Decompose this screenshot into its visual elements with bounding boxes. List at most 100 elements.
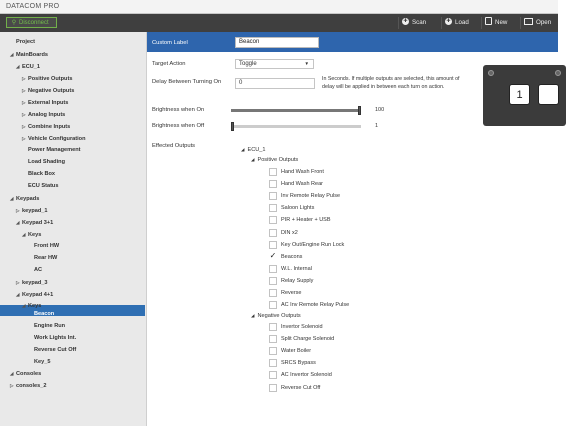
sidebar-item-label: keypad_3 xyxy=(22,280,48,286)
delay-hint: In Seconds. If multiple outputs are sele… xyxy=(322,76,460,90)
project-tree: Project ◢ MainBoards ◢ ECU_1 ▷ Positive Output… xyxy=(0,32,147,426)
output-checkbox[interactable] xyxy=(269,180,277,189)
delay-input[interactable]: 0 xyxy=(235,78,315,89)
output-checkbox[interactable] xyxy=(269,240,277,249)
folder-icon xyxy=(524,17,533,25)
app-title: DATACOM PRO xyxy=(6,3,60,10)
output-checkbox[interactable] xyxy=(269,347,277,356)
sidebar-item[interactable]: ◢ Keypad 3+1 xyxy=(16,217,53,228)
sidebar-item[interactable]: ▷ Analog Inputs xyxy=(22,109,65,120)
sidebar-item[interactable]: Reverse Cut Off xyxy=(28,345,76,356)
sidebar-item-label: Keypad 3+1 xyxy=(22,220,54,226)
custom-label-input[interactable]: Beacon xyxy=(235,37,319,48)
load-label: Load xyxy=(455,19,469,26)
sidebar-item-label: consoles_2 xyxy=(16,383,47,389)
sidebar-item[interactable]: Project xyxy=(10,37,35,48)
sidebar-item[interactable]: ◢ Keypad 4+1 xyxy=(16,289,53,300)
sidebar-item[interactable]: ▷ Vehicle Configuration xyxy=(22,133,86,144)
sidebar-item[interactable]: ◢ Keys xyxy=(22,229,41,240)
sidebar-item[interactable]: ◢ ECU_1 xyxy=(16,61,40,72)
sidebar-item[interactable]: ▷ consoles_2 xyxy=(10,380,46,391)
expanded-arrow-icon: ◢ xyxy=(251,157,255,162)
output-checkbox[interactable] xyxy=(269,383,277,392)
sidebar-item-label: Analog Inputs xyxy=(28,112,66,118)
outputs-root-node[interactable]: ◢ ECU_1 xyxy=(241,145,266,155)
output-checkbox[interactable] xyxy=(269,228,277,237)
output-label: W.L. Internal xyxy=(281,265,312,272)
load-button[interactable]: ✚ Load xyxy=(441,17,469,29)
open-label: Open xyxy=(536,19,552,26)
sidebar-item[interactable]: Black Box xyxy=(22,169,55,180)
output-checkbox[interactable] xyxy=(269,168,277,176)
output-label: Hand Wash Front xyxy=(281,169,324,175)
output-checkbox[interactable] xyxy=(269,204,277,213)
brightness-on-label: Brightness when On xyxy=(152,107,205,113)
sidebar-item[interactable]: Work Lights Int. xyxy=(28,333,76,344)
sidebar-item[interactable]: ◢ Consoles xyxy=(10,368,41,379)
output-checkbox[interactable]: ✓ xyxy=(269,251,277,261)
sidebar-item[interactable]: Beacon xyxy=(28,309,54,320)
sidebar-item[interactable]: ▷ External Inputs xyxy=(22,97,68,108)
sidebar-item[interactable]: Key_5 xyxy=(28,357,50,368)
sidebar-item[interactable]: ▷ Positive Outputs xyxy=(22,73,72,84)
sidebar-item[interactable]: AC xyxy=(28,265,42,276)
output-checkbox[interactable] xyxy=(269,335,277,344)
negative-outputs-node[interactable]: ◢ Negative Outputs xyxy=(251,311,301,321)
open-button[interactable]: Open xyxy=(520,17,558,29)
output-checkbox[interactable] xyxy=(269,276,277,285)
sidebar-item[interactable]: ▷ keypad_1 xyxy=(16,205,48,216)
output-label: Inv Remote Relay Pulse xyxy=(281,193,340,200)
sidebar-item[interactable]: Front HW xyxy=(28,241,59,252)
output-checkbox[interactable] xyxy=(269,323,277,331)
sidebar-item-label: Work Lights Int. xyxy=(34,335,77,341)
brightness-on-slider[interactable] xyxy=(231,106,361,115)
sidebar-item[interactable]: Rear HW xyxy=(28,253,57,264)
toolbar: ⚲ Disconnect ✚ Scan ✚ Load New Open xyxy=(0,14,558,32)
expanded-arrow-icon: ◢ xyxy=(251,313,255,318)
output-checkbox[interactable] xyxy=(269,359,277,368)
disconnect-button[interactable]: ⚲ Disconnect xyxy=(6,17,57,28)
output-checkbox[interactable] xyxy=(269,301,277,310)
keypad-key-1[interactable]: 1 xyxy=(509,84,530,105)
sidebar-item[interactable]: Engine Run xyxy=(28,321,65,332)
sidebar-item-label: MainBoards xyxy=(16,52,49,58)
target-action-label: Target Action xyxy=(152,61,186,67)
output-checkbox[interactable] xyxy=(269,216,277,225)
sidebar-item[interactable]: Load Shading xyxy=(22,157,65,168)
output-label: Saloon Lights xyxy=(281,205,315,212)
output-checkbox[interactable] xyxy=(269,371,277,380)
sidebar-item[interactable]: ▷ keypad_3 xyxy=(16,277,48,288)
sidebar-item-label: ECU Status xyxy=(28,183,59,189)
keypad-key-2[interactable] xyxy=(538,84,559,105)
target-action-select[interactable]: Toggle ▼ xyxy=(235,59,314,69)
sidebar-item[interactable]: Power Management xyxy=(22,145,81,156)
sidebar-item[interactable]: ECU Status xyxy=(22,181,58,192)
sidebar-item-label: Power Management xyxy=(28,147,81,153)
output-checkbox[interactable] xyxy=(269,264,277,273)
sidebar-item[interactable]: ▷ Negative Outputs xyxy=(22,85,74,96)
positive-outputs-node[interactable]: ◢ Positive Outputs xyxy=(251,155,298,165)
output-checkbox[interactable] xyxy=(269,289,277,297)
scan-label: Scan xyxy=(412,19,427,26)
output-label: Relay Supply xyxy=(281,277,314,284)
sidebar-item-label: Reverse Cut Off xyxy=(34,347,77,353)
sidebar-item[interactable]: ◢ MainBoards xyxy=(10,49,48,60)
brightness-off-slider[interactable] xyxy=(231,122,361,131)
new-button[interactable]: New xyxy=(481,17,507,29)
sidebar-item[interactable]: ◢ Keypads xyxy=(10,193,39,204)
brightness-on-value: 100 xyxy=(375,107,385,113)
scan-button[interactable]: ✚ Scan xyxy=(398,17,426,29)
custom-label-row: Custom Label Beacon xyxy=(147,32,558,52)
sidebar-item-label: Negative Outputs xyxy=(28,88,75,94)
brightness-on-thumb[interactable] xyxy=(358,106,361,115)
output-label: DIN x2 xyxy=(281,229,298,236)
brightness-off-thumb[interactable] xyxy=(231,122,234,131)
sidebar-item[interactable]: ▷ Combine Inputs xyxy=(22,121,70,132)
output-label: Reverse Cut Off xyxy=(281,384,321,391)
output-checkbox[interactable] xyxy=(269,192,277,201)
sidebar-item-label: Keypads xyxy=(16,196,40,202)
load-icon: ✚ xyxy=(445,17,452,25)
sidebar-item-label: Engine Run xyxy=(34,323,66,329)
sidebar-item-label: Keys xyxy=(28,232,42,238)
sidebar-item-label: Front HW xyxy=(34,243,60,249)
